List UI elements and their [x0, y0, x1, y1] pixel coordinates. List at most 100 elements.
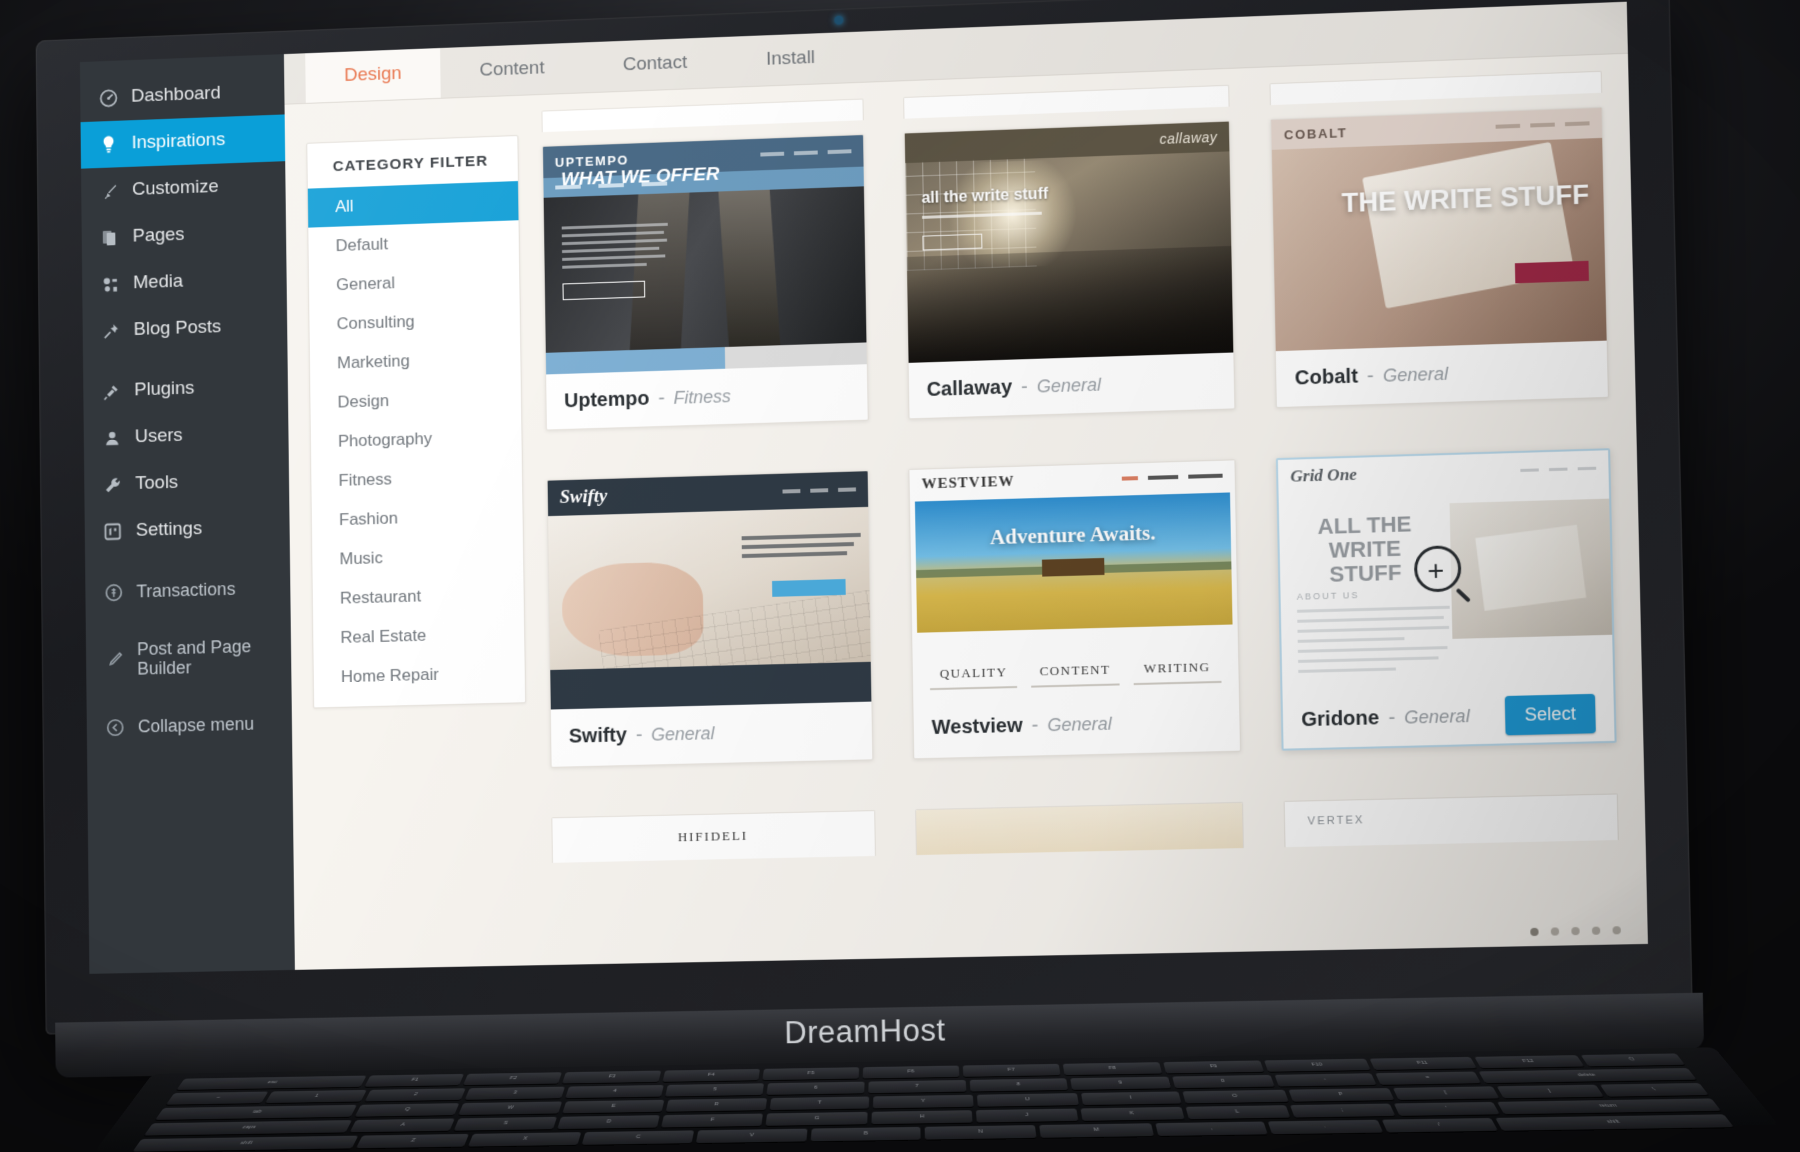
category-item-music[interactable]: Music [312, 535, 523, 580]
theme-caption: Westview - General [913, 693, 1240, 757]
sidebar-item-label: Pages [133, 224, 185, 247]
tab-design[interactable]: Design [305, 47, 441, 103]
pagination-dot[interactable] [1592, 927, 1600, 935]
sidebar-item-tools[interactable]: Tools [84, 456, 289, 509]
theme-thumbnail[interactable]: callaway all the write stuff [904, 122, 1233, 363]
theme-dash: - [658, 387, 665, 410]
sidebar-item-media[interactable]: Media [82, 255, 287, 309]
laptop-screen: Dashboard Inspirations Customize Pages M… [80, 2, 1648, 974]
sidebar-item-label: Blog Posts [134, 317, 222, 341]
theme-card-peek[interactable]: HIFIDELI [551, 810, 875, 863]
theme-row-3-peek: HIFIDELI VERTEX [551, 793, 1618, 862]
theme-thumbnail[interactable]: WESTVIEW Adventure Awaits. QUALITY CONTE… [909, 460, 1239, 700]
mini-site-logo: callaway [1159, 129, 1217, 147]
design-body: CATEGORY FILTER All Default General Cons… [285, 54, 1648, 970]
sidebar-item-label: Dashboard [131, 83, 221, 108]
sidebar-collapse-label: Collapse menu [138, 713, 254, 736]
pagination-dot[interactable] [1551, 927, 1559, 935]
sidebar-item-label: Plugins [134, 378, 194, 401]
tab-contact[interactable]: Contact [583, 36, 727, 92]
mini-site-photo [1450, 499, 1612, 639]
sidebar-collapse-menu[interactable]: Collapse menu [87, 699, 293, 751]
mini-site-logo: WESTVIEW [921, 473, 1014, 493]
mini-site-logo: Grid One [1290, 465, 1357, 487]
theme-dash: - [1388, 706, 1395, 729]
category-item-restaurant[interactable]: Restaurant [313, 574, 524, 619]
theme-card-peek[interactable] [915, 802, 1245, 855]
mini-site-cta-button [1042, 558, 1105, 577]
category-item-consulting[interactable]: Consulting [309, 299, 520, 345]
theme-thumbnail[interactable]: UPTEMPO WHAT WE OFFER [543, 135, 867, 374]
sidebar-item-post-and-page-builder[interactable]: Post and Page Builder [86, 625, 292, 691]
mini-site-headline-lines [742, 533, 861, 563]
category-item-fitness[interactable]: Fitness [311, 456, 522, 502]
mini-site-nav [1122, 474, 1223, 481]
mini-site-footer [550, 662, 871, 710]
pagination-dot[interactable] [1530, 928, 1538, 936]
admin-sidebar: Dashboard Inspirations Customize Pages M… [80, 54, 295, 974]
category-item-marketing[interactable]: Marketing [310, 338, 521, 384]
theme-dash: - [1021, 375, 1028, 398]
theme-name: Uptempo [564, 387, 650, 412]
theme-thumbnail[interactable]: Swifty [548, 471, 872, 709]
theme-thumbnail[interactable]: COBALT THE WRITE STUFF [1272, 108, 1607, 351]
tab-install[interactable]: Install [726, 31, 855, 87]
sidebar-item-pages[interactable]: Pages [81, 208, 286, 262]
category-item-fashion[interactable]: Fashion [312, 495, 523, 540]
mini-site-foreground [906, 246, 1233, 363]
wrench-icon [102, 474, 123, 496]
theme-card-uptempo[interactable]: UPTEMPO WHAT WE OFFER Uptempo - Fitness [542, 134, 868, 431]
select-theme-button[interactable]: Select [1505, 693, 1596, 735]
tab-content[interactable]: Content [440, 41, 584, 97]
theme-card-gridone[interactable]: Grid One ALL THE WRITE STUFF ABOUT US + … [1276, 448, 1617, 751]
theme-category: General [1047, 713, 1112, 736]
collapse-arrow-icon [104, 716, 125, 738]
theme-card-westview[interactable]: WESTVIEW Adventure Awaits. QUALITY CONTE… [908, 459, 1241, 759]
sidebar-item-customize[interactable]: Customize [81, 161, 286, 215]
sidebar-item-label: Transactions [136, 579, 235, 602]
mini-site-kicker: ABOUT US [1297, 590, 1360, 602]
sidebar-item-label: Customize [132, 176, 219, 201]
theme-card-callaway[interactable]: callaway all the write stuff Callaway - [903, 121, 1235, 420]
sidebar-item-settings[interactable]: Settings [85, 503, 290, 556]
theme-card-peek[interactable] [1270, 71, 1602, 105]
sidebar-item-inspirations[interactable]: Inspirations [81, 114, 286, 168]
theme-name: Swifty [569, 724, 627, 748]
screenshot-scene: Dashboard Inspirations Customize Pages M… [0, 0, 1800, 1152]
main-pane: Design Content Contact Install CATEGORY … [284, 2, 1648, 970]
theme-dash: - [1367, 365, 1374, 388]
mini-site-nav [1496, 121, 1590, 128]
theme-card-swifty[interactable]: Swifty Swifty - General [547, 470, 874, 768]
theme-thumbnail[interactable]: Grid One ALL THE WRITE STUFF ABOUT US [1278, 450, 1613, 692]
theme-row-2: Swifty Swifty - General WESTVIEW Adventu… [547, 448, 1617, 768]
mini-site-cta-button [562, 281, 645, 300]
sidebar-item-dashboard[interactable]: Dashboard [80, 68, 285, 122]
lightbulb-icon [98, 133, 119, 155]
category-item-design[interactable]: Design [310, 377, 521, 423]
theme-category: Fitness [673, 386, 731, 409]
category-item-photography[interactable]: Photography [311, 417, 522, 463]
theme-pagination-dots[interactable] [1530, 926, 1621, 936]
sidebar-item-transactions[interactable]: Transactions [85, 564, 290, 617]
pagination-dot[interactable] [1571, 927, 1579, 935]
category-item-real-estate[interactable]: Real Estate [313, 613, 524, 658]
category-filter-title: CATEGORY FILTER [307, 136, 518, 189]
mini-site-nav [760, 149, 851, 156]
sidebar-item-users[interactable]: Users [84, 409, 289, 462]
sidebar-item-blog-posts[interactable]: Blog Posts [82, 302, 287, 356]
laptop-device: Dashboard Inspirations Customize Pages M… [26, 0, 1714, 1054]
mini-site-cta-button [1515, 261, 1589, 284]
wordpress-admin-app: Dashboard Inspirations Customize Pages M… [80, 2, 1648, 974]
sidebar-item-plugins[interactable]: Plugins [83, 362, 288, 415]
pagination-dot[interactable] [1612, 926, 1620, 934]
theme-grid[interactable]: UPTEMPO WHAT WE OFFER Uptempo - Fitness … [518, 70, 1648, 966]
dashboard-icon [97, 87, 118, 109]
theme-card-peek[interactable] [903, 85, 1230, 119]
sidebar-item-label: Tools [135, 472, 178, 495]
theme-card-peek[interactable] [541, 99, 863, 133]
category-item-home-repair[interactable]: Home Repair [314, 653, 526, 698]
theme-card-cobalt[interactable]: COBALT THE WRITE STUFF Cobalt - General [1271, 107, 1609, 408]
theme-card-peek[interactable]: VERTEX [1284, 793, 1619, 847]
settings-icon [102, 521, 123, 543]
mini-site-body-text [562, 223, 669, 274]
